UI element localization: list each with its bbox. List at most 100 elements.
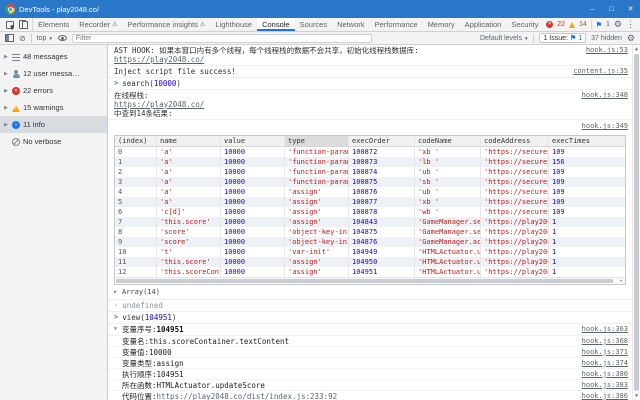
cell-codeaddress: 'https://play2048…	[481, 217, 549, 227]
live-expression-eye-icon[interactable]	[57, 35, 67, 41]
log-levels-dropdown[interactable]: Default levels ▼	[480, 35, 529, 42]
sidebar-item-verbose[interactable]: No verbose	[0, 133, 107, 150]
expander-icon[interactable]: ▶	[4, 105, 9, 111]
more-options-icon[interactable]: ⋮	[626, 19, 635, 30]
cell-exectimes: 1	[552, 268, 557, 276]
tab-security[interactable]: Security	[506, 18, 541, 31]
issues-count: 1	[578, 34, 583, 42]
tab-elements[interactable]: Elements	[33, 18, 74, 31]
page-url-link[interactable]: https://play2048.co/	[114, 100, 204, 109]
sidebar-item-errors[interactable]: ▶ 22 errors	[0, 82, 107, 99]
console-vertical-scrollbar[interactable]: ▲ ▼	[632, 45, 640, 400]
expander-icon[interactable]: ▶	[114, 288, 119, 297]
scroll-up-icon[interactable]: ▲	[633, 45, 640, 53]
scroll-right-icon[interactable]: ▸	[620, 278, 623, 285]
tab-recorder[interactable]: Recorder ⚠	[74, 18, 122, 31]
issues-flag-icon[interactable]: ⚑	[596, 21, 602, 29]
table-column-execorder[interactable]: execOrder	[349, 136, 415, 147]
expander-icon[interactable]: ▶	[4, 88, 9, 94]
list-icon	[12, 53, 20, 61]
table-column-value[interactable]: value	[221, 136, 285, 147]
tab-performance-insights[interactable]: Performance insights ⚠	[123, 18, 211, 31]
filter-input[interactable]	[71, 33, 372, 43]
console-table-body: 0 'a' 10000 'function-paramet… 100872 'x…	[115, 147, 625, 277]
cell-exectimes: 109	[552, 178, 565, 186]
table-column-codename[interactable]: codeName	[415, 136, 481, 147]
cell-index: 8	[115, 227, 157, 237]
detail-prop-row: 变量名: this.scoreContainer.textContent hoo…	[108, 336, 632, 347]
expander-icon[interactable]: ▶	[4, 54, 9, 60]
source-link[interactable]: hook.js:348	[582, 91, 628, 100]
table-array-footer[interactable]: ▶ Array(14)	[114, 287, 628, 298]
source-link[interactable]: hook.js:349	[582, 122, 628, 131]
source-link[interactable]: hook.js:383	[582, 381, 628, 390]
cell-value: 10000	[221, 237, 285, 247]
sidebar-item-user-messages[interactable]: ▶ 12 user messa…	[0, 65, 107, 82]
table-row: 12 'this.scoreContai… 10000 'assign' 104…	[115, 267, 625, 277]
expander-icon[interactable]: ▶	[4, 122, 9, 128]
tab-lighthouse[interactable]: Lighthouse	[210, 18, 257, 31]
cell-execorder: 100877	[349, 197, 415, 207]
source-link[interactable]: hook.js:386	[582, 392, 628, 400]
table-column-name[interactable]: name	[157, 136, 221, 147]
table-horizontal-scrollbar[interactable]: ▸	[115, 277, 625, 284]
expander-icon[interactable]: ▶	[4, 71, 9, 77]
console-sidebar-toggle-icon[interactable]	[5, 34, 14, 42]
source-link[interactable]: hook.js:368	[582, 337, 628, 346]
variable-detail-group[interactable]: ▼ 变量序号:104951 hook.js:363	[108, 324, 632, 336]
cell-name: 'score'	[157, 237, 221, 247]
maximize-button[interactable]: □	[602, 0, 621, 18]
source-link[interactable]: content.js:35	[573, 67, 628, 76]
tab-console[interactable]: Console	[257, 18, 295, 31]
clear-console-icon[interactable]: ⊘	[19, 34, 26, 43]
cell-value: 10000	[221, 177, 285, 187]
sidebar-item-info[interactable]: ▶ 11 info	[0, 116, 107, 133]
sidebar-item-warnings[interactable]: ▶ 15 warnings	[0, 99, 107, 116]
scrollbar-thumb[interactable]	[634, 54, 639, 391]
tab-network[interactable]: Network	[332, 18, 370, 31]
scroll-down-icon[interactable]: ▼	[633, 392, 640, 400]
console-settings-gear-icon[interactable]: ⚙	[627, 33, 635, 44]
scrollbar-thumb[interactable]	[116, 279, 613, 283]
prop-label: 所在函数:	[122, 380, 157, 390]
prompt-icon: >	[114, 79, 119, 87]
issues-count[interactable]: 1	[606, 21, 610, 28]
inspect-element-icon[interactable]	[6, 20, 14, 29]
hidden-messages-button[interactable]: 37 hidden	[591, 35, 622, 42]
javascript-context-selector[interactable]: top ▼	[37, 35, 53, 42]
tab-application[interactable]: Application	[460, 18, 507, 31]
sidebar-item-label: 12 user messa…	[23, 69, 80, 78]
tab-performance[interactable]: Performance	[370, 18, 423, 31]
source-link[interactable]: hook.js:363	[582, 325, 628, 334]
tab-memory[interactable]: Memory	[423, 18, 460, 31]
table-column-exectimes[interactable]: execTimes	[549, 136, 625, 147]
close-button[interactable]: ✕	[621, 0, 640, 18]
prop-value[interactable]: https://play2048.co/dist/index.js:233:92	[157, 392, 338, 400]
cell-exectimes: 1	[552, 228, 557, 236]
source-link[interactable]: hook.js:374	[582, 359, 628, 368]
issues-counter-button[interactable]: 1 Issue: ⚑ 1	[539, 33, 587, 43]
source-link[interactable]: hook.js:371	[582, 348, 628, 357]
panel-tabs: Elements Recorder ⚠ Performance insights…	[33, 18, 541, 31]
page-url-link[interactable]: https://play2048.co/	[114, 55, 204, 64]
source-link[interactable]: hook.js:53	[586, 46, 628, 55]
settings-gear-icon[interactable]: ⚙	[614, 19, 622, 30]
table-column-type[interactable]: type	[285, 136, 349, 147]
titlebar: DevTools - play2048.co/ – □ ✕	[0, 0, 640, 18]
cell-execorder: 104875	[349, 227, 415, 237]
expanded-icon[interactable]: ▼	[114, 325, 119, 334]
cell-name: 'c[d]'	[157, 207, 221, 217]
source-link[interactable]: hook.js:380	[582, 370, 628, 379]
prop-label: 变量名:	[122, 336, 150, 346]
table-column-codeaddress[interactable]: codeAddress	[481, 136, 549, 147]
warning-count[interactable]: 14	[579, 21, 587, 28]
sidebar-item-messages[interactable]: ▶ 48 messages	[0, 48, 107, 65]
table-column-index[interactable]: (index)	[115, 136, 157, 147]
tab-sources[interactable]: Sources	[295, 18, 333, 31]
user-icon	[12, 69, 20, 78]
device-toolbar-icon[interactable]	[19, 20, 28, 29]
error-count[interactable]: 22	[557, 21, 565, 28]
cell-name: 'a'	[157, 187, 221, 197]
minimize-button[interactable]: –	[583, 0, 602, 18]
cell-execorder: 104843	[349, 217, 415, 227]
